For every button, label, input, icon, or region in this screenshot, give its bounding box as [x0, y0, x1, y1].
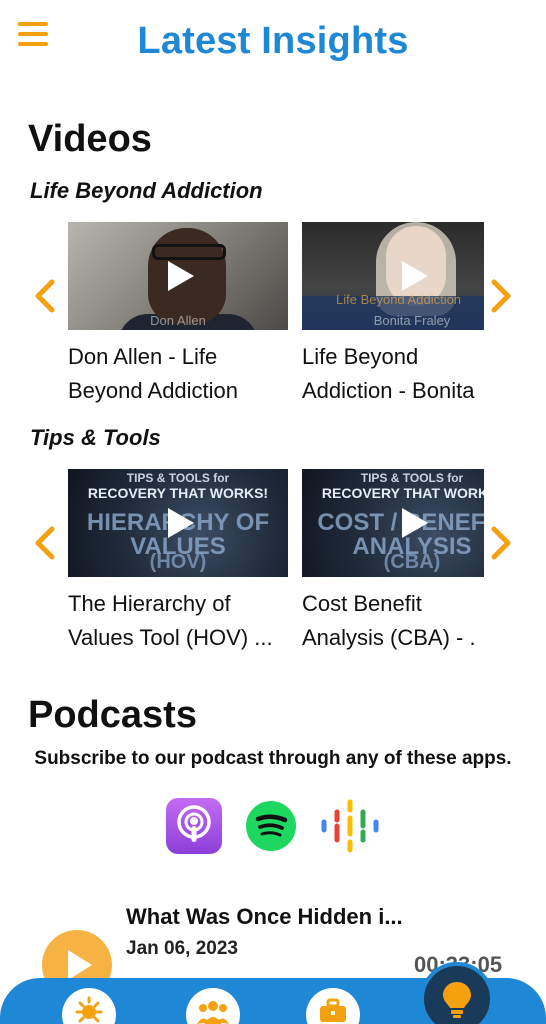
google-podcasts-icon[interactable]: [320, 798, 380, 854]
video-card[interactable]: TIPS & TOOLS for RECOVERY THAT WORKS! HI…: [68, 469, 288, 669]
carousel-track: TIPS & TOOLS for RECOVERY THAT WORKS! HI…: [68, 469, 484, 669]
thumbnail-acronym: (CBA): [383, 551, 441, 573]
video-title: Cost Benefit Analysis (CBA) - .: [302, 587, 484, 655]
video-title-line: The Hierarchy of: [68, 591, 231, 616]
thumbnail-banner: Life Beyond Addiction: [336, 292, 462, 307]
thumbnail-kicker: TIPS & TOOLS for: [360, 471, 464, 485]
apple-podcasts-icon[interactable]: [166, 798, 222, 854]
videos-section-title: Videos: [28, 118, 152, 160]
episode-date: Jan 06, 2023: [126, 938, 238, 959]
header: Latest Insights: [0, 0, 546, 90]
video-title-line: Values Tool (HOV) ...: [68, 625, 273, 650]
thumbnail-acronym: (HOV): [149, 551, 207, 573]
video-title-line: Don Allen - Life: [68, 344, 218, 369]
video-thumbnail: Don Allen: [68, 222, 288, 330]
video-title-line: Cost Benefit: [302, 591, 422, 616]
podcast-apps: [166, 798, 386, 856]
play-icon: [168, 261, 194, 291]
spotify-icon[interactable]: [246, 801, 296, 851]
podcasts-section-title: Podcasts: [28, 694, 197, 736]
chevron-right-icon[interactable]: [488, 525, 514, 561]
video-title-line: Life Beyond: [302, 344, 419, 369]
video-carousel-tips-tools: TIPS & TOOLS for RECOVERY THAT WORKS! HI…: [0, 469, 546, 669]
thumbnail-kicker: TIPS & TOOLS for: [126, 471, 230, 485]
video-carousel-life-beyond-addiction: Don Allen Don Allen - Life Beyond Addict…: [0, 222, 546, 422]
video-card[interactable]: Life Beyond Addiction Bonita Fraley Life…: [302, 222, 484, 422]
category-title: Tips & Tools: [30, 425, 161, 450]
podcast-subtitle: Subscribe to our podcast through any of …: [34, 748, 512, 769]
video-title: Don Allen - Life Beyond Addiction: [68, 340, 288, 408]
thumbnail-subtitle: RECOVERY THAT WORKS!: [321, 485, 484, 501]
play-icon: [402, 508, 428, 538]
chevron-left-icon[interactable]: [32, 525, 58, 561]
video-title-line: Analysis (CBA) - .: [302, 625, 476, 650]
thumbnail-subtitle: RECOVERY THAT WORKS!: [87, 485, 269, 501]
page-title: Latest Insights: [137, 20, 409, 62]
play-icon: [402, 261, 428, 291]
play-icon: [168, 508, 194, 538]
video-title: Life Beyond Addiction - Bonita: [302, 340, 484, 408]
episode-title[interactable]: What Was Once Hidden i...: [126, 904, 406, 930]
video-card[interactable]: Don Allen Don Allen - Life Beyond Addict…: [68, 222, 288, 422]
video-title-line: Beyond Addiction: [68, 378, 239, 403]
thumbnail-caption: Bonita Fraley: [373, 313, 451, 328]
play-icon: [68, 950, 92, 980]
video-title-line: Addiction - Bonita: [302, 378, 475, 403]
chevron-right-icon[interactable]: [488, 278, 514, 314]
video-thumbnail: Life Beyond Addiction Bonita Fraley: [302, 222, 484, 330]
thumbnail-caption: Don Allen: [150, 313, 206, 328]
video-thumbnail: TIPS & TOOLS for RECOVERY THAT WORKS! HI…: [68, 469, 288, 577]
video-card[interactable]: TIPS & TOOLS for RECOVERY THAT WORKS! CO…: [302, 469, 484, 669]
chevron-left-icon[interactable]: [32, 278, 58, 314]
carousel-track: Don Allen Don Allen - Life Beyond Addict…: [68, 222, 484, 422]
category-title: Life Beyond Addiction: [30, 178, 263, 203]
video-title: The Hierarchy of Values Tool (HOV) ...: [68, 587, 288, 655]
video-thumbnail: TIPS & TOOLS for RECOVERY THAT WORKS! CO…: [302, 469, 484, 577]
